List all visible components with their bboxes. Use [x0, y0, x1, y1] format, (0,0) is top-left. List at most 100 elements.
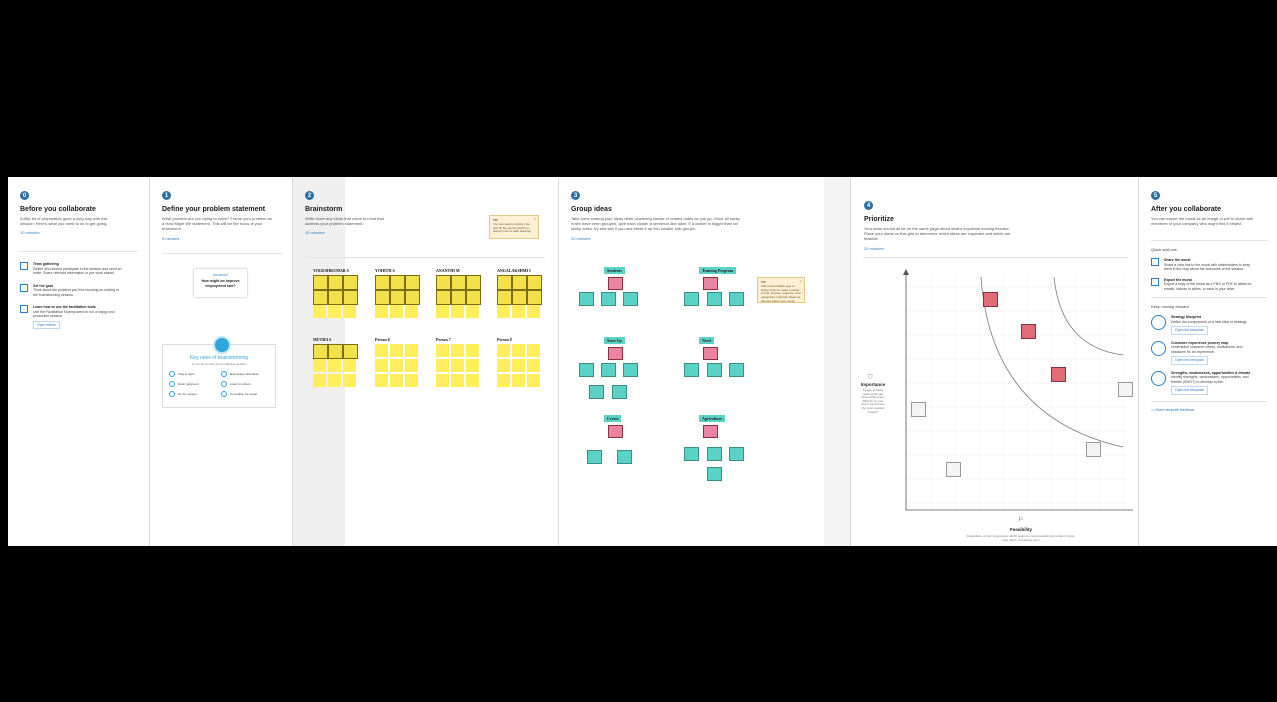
- idea-sticky-note[interactable]: [497, 275, 512, 290]
- cluster-image-icon[interactable]: [608, 277, 623, 290]
- empty-sticky-note[interactable]: [390, 359, 403, 372]
- cluster-title[interactable]: Training Program: [699, 267, 737, 274]
- cluster-image-icon[interactable]: [703, 277, 718, 290]
- cluster-title[interactable]: Need: [699, 337, 714, 344]
- grouped-sticky-note[interactable]: [684, 292, 699, 306]
- open-template-button[interactable]: Open the template: [1171, 356, 1208, 365]
- empty-sticky-note[interactable]: [466, 305, 479, 318]
- priority-sticky-note[interactable]: [1021, 324, 1036, 339]
- empty-sticky-note[interactable]: [466, 344, 479, 357]
- empty-sticky-note[interactable]: [436, 305, 449, 318]
- grouped-sticky-note[interactable]: [684, 447, 699, 461]
- idea-sticky-note[interactable]: [313, 344, 328, 359]
- empty-sticky-note[interactable]: [497, 359, 510, 372]
- cluster-title[interactable]: Create: [604, 415, 622, 422]
- cluster-image-icon[interactable]: [608, 425, 623, 438]
- idea-sticky-note[interactable]: [328, 290, 343, 305]
- cluster-image-icon[interactable]: [608, 347, 623, 360]
- idea-sticky-note[interactable]: [343, 344, 358, 359]
- cluster-image-icon[interactable]: [703, 425, 718, 438]
- quick-addon-item[interactable]: Export the mural Export a copy of the mur…: [1151, 277, 1268, 292]
- grouped-sticky-note[interactable]: [684, 363, 699, 377]
- idea-sticky-note[interactable]: [497, 290, 512, 305]
- grouped-sticky-note[interactable]: [587, 450, 602, 464]
- empty-sticky-note[interactable]: [436, 344, 449, 357]
- empty-sticky-note[interactable]: [436, 359, 449, 372]
- empty-sticky-note[interactable]: [343, 305, 356, 318]
- idea-sticky-note[interactable]: [375, 290, 390, 305]
- priority-sticky-note[interactable]: [911, 402, 926, 417]
- mural-canvas[interactable]: 0 Before you collaborate A little bit of…: [8, 177, 1277, 546]
- close-icon[interactable]: ×: [534, 217, 536, 221]
- empty-sticky-note[interactable]: [343, 359, 356, 372]
- idea-sticky-note[interactable]: [527, 290, 542, 305]
- empty-sticky-note[interactable]: [375, 359, 388, 372]
- cluster-title[interactable]: Agriculture: [699, 415, 725, 422]
- priority-sticky-note[interactable]: [1118, 382, 1133, 397]
- idea-sticky-note[interactable]: [436, 290, 451, 305]
- idea-sticky-note[interactable]: [343, 275, 358, 290]
- empty-sticky-note[interactable]: [405, 344, 418, 357]
- empty-sticky-note[interactable]: [405, 374, 418, 387]
- idea-sticky-note[interactable]: [436, 275, 451, 290]
- empty-sticky-note[interactable]: [313, 374, 326, 387]
- empty-sticky-note[interactable]: [405, 305, 418, 318]
- cluster-title[interactable]: Start Up: [604, 337, 625, 344]
- empty-sticky-note[interactable]: [328, 374, 341, 387]
- empty-sticky-note[interactable]: [451, 359, 464, 372]
- priority-sticky-note[interactable]: [1051, 367, 1066, 382]
- grouped-sticky-note[interactable]: [729, 292, 744, 306]
- empty-sticky-note[interactable]: [375, 305, 388, 318]
- empty-sticky-note[interactable]: [512, 305, 525, 318]
- priority-sticky-note[interactable]: [1086, 442, 1101, 457]
- empty-sticky-note[interactable]: [313, 359, 326, 372]
- empty-sticky-note[interactable]: [375, 374, 388, 387]
- grouped-sticky-note[interactable]: [589, 385, 604, 399]
- grouped-sticky-note[interactable]: [612, 385, 627, 399]
- priority-sticky-note[interactable]: [946, 462, 961, 477]
- empty-sticky-note[interactable]: [451, 374, 464, 387]
- empty-sticky-note[interactable]: [527, 359, 540, 372]
- idea-sticky-note[interactable]: [390, 290, 405, 305]
- idea-sticky-note[interactable]: [328, 275, 343, 290]
- quick-addon-item[interactable]: Share the mural Share a view link to the …: [1151, 258, 1268, 272]
- idea-sticky-note[interactable]: [466, 290, 481, 305]
- grouped-sticky-note[interactable]: [623, 292, 638, 306]
- idea-sticky-note[interactable]: [527, 275, 542, 290]
- empty-sticky-note[interactable]: [512, 374, 525, 387]
- empty-sticky-note[interactable]: [527, 344, 540, 357]
- idea-sticky-note[interactable]: [405, 290, 420, 305]
- idea-sticky-note[interactable]: [512, 275, 527, 290]
- empty-sticky-note[interactable]: [527, 305, 540, 318]
- problem-card[interactable]: PROBLEM How might we improve employment …: [194, 269, 247, 297]
- empty-sticky-note[interactable]: [436, 374, 449, 387]
- grouped-sticky-note[interactable]: [707, 447, 722, 461]
- open-article-button[interactable]: Open article: [33, 320, 60, 330]
- empty-sticky-note[interactable]: [527, 374, 540, 387]
- template-feedback-link[interactable]: ▭ Share template feedback: [1151, 408, 1268, 412]
- idea-sticky-note[interactable]: [405, 275, 420, 290]
- empty-sticky-note[interactable]: [375, 344, 388, 357]
- idea-sticky-note[interactable]: [512, 290, 527, 305]
- grouped-sticky-note[interactable]: [707, 292, 722, 306]
- open-template-button[interactable]: Open the template: [1171, 326, 1208, 335]
- grouped-sticky-note[interactable]: [617, 450, 632, 464]
- empty-sticky-note[interactable]: [405, 359, 418, 372]
- priority-sticky-note[interactable]: [983, 292, 998, 307]
- empty-sticky-note[interactable]: [390, 374, 403, 387]
- open-template-button[interactable]: Open the template: [1171, 386, 1208, 395]
- idea-sticky-note[interactable]: [343, 290, 358, 305]
- idea-sticky-note[interactable]: [451, 290, 466, 305]
- grouped-sticky-note[interactable]: [579, 292, 594, 306]
- grouped-sticky-note[interactable]: [623, 363, 638, 377]
- empty-sticky-note[interactable]: [497, 374, 510, 387]
- empty-sticky-note[interactable]: [328, 359, 341, 372]
- grouped-sticky-note[interactable]: [707, 467, 722, 481]
- grouped-sticky-note[interactable]: [729, 447, 744, 461]
- empty-sticky-note[interactable]: [466, 374, 479, 387]
- empty-sticky-note[interactable]: [390, 305, 403, 318]
- grouped-sticky-note[interactable]: [707, 363, 722, 377]
- grouped-sticky-note[interactable]: [579, 363, 594, 377]
- grouped-sticky-note[interactable]: [601, 363, 616, 377]
- cluster-title[interactable]: Students: [604, 267, 625, 274]
